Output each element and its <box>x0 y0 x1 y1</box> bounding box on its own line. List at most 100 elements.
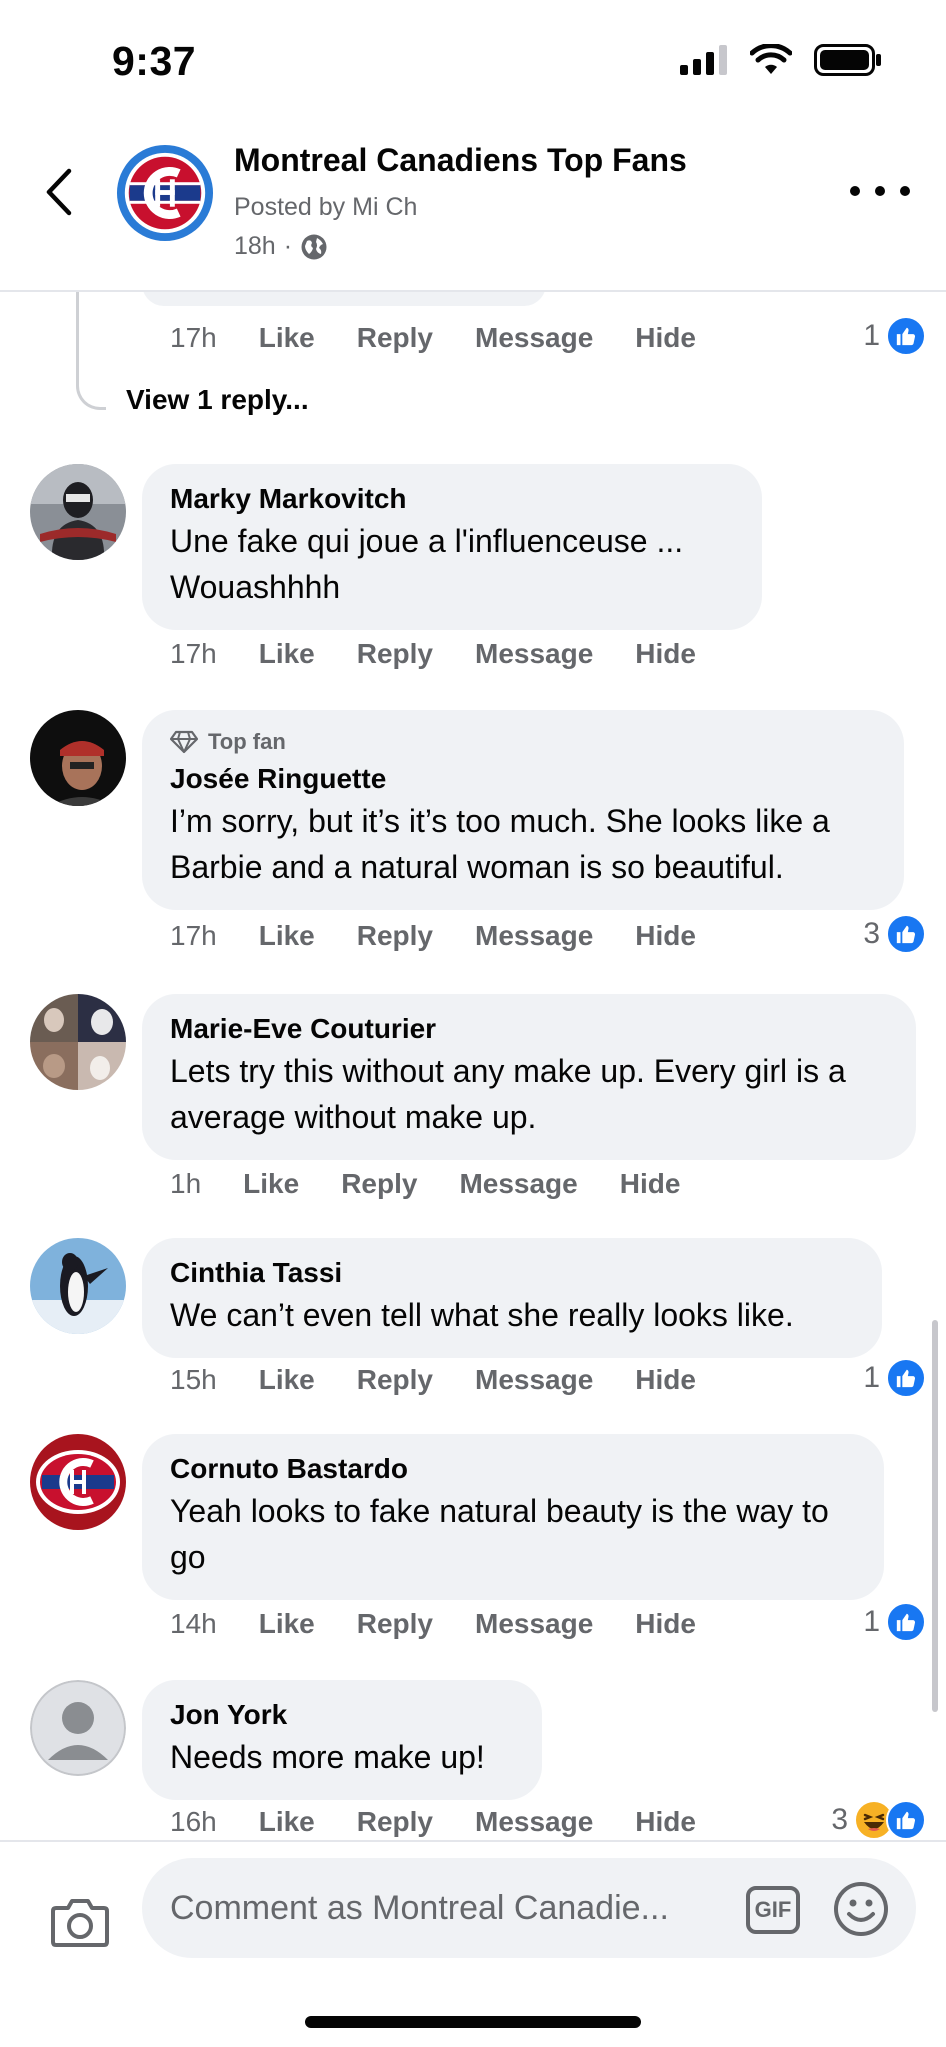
comment-text: We can’t even tell what she really looks… <box>170 1297 794 1333</box>
battery-icon <box>814 44 881 76</box>
comment-text: Lets try this without any make up. Every… <box>170 1053 846 1135</box>
comments-list[interactable]: 17h Like Reply Message Hide 1 View 1 rep… <box>0 292 946 1840</box>
avatar[interactable] <box>30 994 126 1090</box>
comment-author[interactable]: Cornuto Bastardo <box>170 1452 856 1486</box>
message-link[interactable]: Message <box>475 638 593 670</box>
avatar[interactable] <box>30 1434 126 1530</box>
status-bar: 9:37 <box>0 0 946 120</box>
comment-text: Needs more make up! <box>170 1739 485 1775</box>
cellular-signal-icon <box>680 45 727 75</box>
hide-link[interactable]: Hide <box>635 638 696 670</box>
comment-time: 1h <box>170 1168 202 1199</box>
avatar[interactable] <box>30 1680 126 1776</box>
message-link[interactable]: Message <box>475 1806 593 1838</box>
avatar[interactable] <box>30 464 126 560</box>
reaction-count: 3 <box>831 1803 848 1836</box>
more-options-button[interactable] <box>850 176 910 206</box>
gif-button[interactable]: GIF <box>746 1886 800 1934</box>
comment-author[interactable]: Marie-Eve Couturier <box>170 1012 888 1046</box>
comment-author[interactable]: Marky Markovitch <box>170 482 734 516</box>
comment-actions: 14h Like Reply Message Hide <box>170 1608 738 1640</box>
comment-actions: 17h Like Reply Message Hide <box>170 638 738 670</box>
reply-link[interactable]: Reply <box>357 1364 433 1396</box>
comment-text: Une fake qui joue a l'influenceuse ... W… <box>170 523 684 605</box>
back-button[interactable] <box>36 160 80 224</box>
avatar[interactable] <box>30 710 126 806</box>
reply-link[interactable]: Reply <box>357 1608 433 1640</box>
comment-time: 17h <box>170 638 217 669</box>
comment-bubble[interactable]: Jon York Needs more make up! <box>142 1680 542 1800</box>
previous-reply-bubble[interactable] <box>142 292 546 306</box>
camera-icon <box>51 1899 109 1947</box>
avatar[interactable] <box>30 1238 126 1334</box>
view-replies-link[interactable]: View 1 reply... <box>126 384 309 416</box>
reaction-count: 1 <box>863 1361 880 1394</box>
comment-text: I’m sorry, but it’s it’s too much. She l… <box>170 803 830 885</box>
message-link[interactable]: Message <box>475 1364 593 1396</box>
like-link[interactable]: Like <box>259 638 315 670</box>
reply-link[interactable]: Reply <box>341 1168 417 1200</box>
like-link[interactable]: Like <box>259 1806 315 1838</box>
comment-bubble[interactable]: Cinthia Tassi We can’t even tell what sh… <box>142 1238 882 1358</box>
badge-label: Top fan <box>208 729 286 754</box>
comment-author[interactable]: Josée Ringuette <box>170 762 876 796</box>
emoji-button[interactable] <box>832 1880 890 1938</box>
like-reaction-icon <box>886 316 926 356</box>
posted-by[interactable]: Posted by Mi Ch <box>234 193 417 222</box>
message-link[interactable]: Message <box>475 1608 593 1640</box>
like-link[interactable]: Like <box>259 1608 315 1640</box>
comment-text: Yeah looks to fake natural beauty is the… <box>170 1493 829 1575</box>
reaction-summary[interactable]: 3 <box>831 1800 926 1840</box>
comment-actions: 17h Like Reply Message Hide <box>170 920 738 952</box>
like-link[interactable]: Like <box>259 1364 315 1396</box>
reaction-count: 1 <box>863 1605 880 1638</box>
hide-link[interactable]: Hide <box>620 1168 681 1200</box>
wifi-icon <box>750 44 792 74</box>
like-link[interactable]: Like <box>259 322 315 354</box>
hide-link[interactable]: Hide <box>635 1364 696 1396</box>
hide-link[interactable]: Hide <box>635 1608 696 1640</box>
reaction-count: 1 <box>863 319 880 352</box>
diamond-icon <box>170 730 198 754</box>
comment-author[interactable]: Cinthia Tassi <box>170 1256 854 1290</box>
comment-bubble[interactable]: Marky Markovitch Une fake qui joue a l'i… <box>142 464 762 630</box>
like-link[interactable]: Like <box>243 1168 299 1200</box>
reply-link[interactable]: Reply <box>357 1806 433 1838</box>
comment-time: 16h <box>170 1806 217 1837</box>
gif-label: GIF <box>754 1897 792 1922</box>
comment-composer: GIF <box>0 1840 946 2047</box>
message-link[interactable]: Message <box>459 1168 577 1200</box>
scrollbar[interactable] <box>932 1320 938 1712</box>
hide-link[interactable]: Hide <box>635 322 696 354</box>
camera-button[interactable] <box>50 1896 110 1948</box>
reaction-summary[interactable]: 3 <box>863 914 926 954</box>
group-avatar[interactable] <box>116 144 214 242</box>
comment-bubble[interactable]: Marie-Eve Couturier Lets try this withou… <box>142 994 916 1160</box>
top-fan-badge: Top fan <box>170 728 876 756</box>
comment-author[interactable]: Jon York <box>170 1698 514 1732</box>
comment-time: 15h <box>170 1364 217 1395</box>
status-icons <box>680 44 882 76</box>
reply-link[interactable]: Reply <box>357 638 433 670</box>
reaction-summary[interactable]: 1 <box>863 316 926 356</box>
hide-link[interactable]: Hide <box>635 1806 696 1838</box>
chevron-left-icon <box>46 168 72 216</box>
post-header: Montreal Canadiens Top Fans Posted by Mi… <box>0 120 946 292</box>
reaction-summary[interactable]: 1 <box>863 1358 926 1398</box>
reaction-count: 3 <box>863 917 880 950</box>
comment-actions: 15h Like Reply Message Hide <box>170 1364 738 1396</box>
comment-actions: 17h Like Reply Message Hide <box>170 322 738 354</box>
hide-link[interactable]: Hide <box>635 920 696 952</box>
like-link[interactable]: Like <box>259 920 315 952</box>
message-link[interactable]: Message <box>475 322 593 354</box>
home-indicator[interactable] <box>305 2016 641 2028</box>
comment-bubble[interactable]: Cornuto Bastardo Yeah looks to fake natu… <box>142 1434 884 1600</box>
reaction-summary[interactable]: 1 <box>863 1602 926 1642</box>
globe-icon <box>301 234 327 259</box>
reply-link[interactable]: Reply <box>357 920 433 952</box>
message-link[interactable]: Message <box>475 920 593 952</box>
reply-link[interactable]: Reply <box>357 322 433 354</box>
comment-bubble[interactable]: Top fan Josée Ringuette I’m sorry, but i… <box>142 710 904 910</box>
like-reaction-icon <box>886 914 926 954</box>
group-name[interactable]: Montreal Canadiens Top Fans <box>234 142 687 179</box>
